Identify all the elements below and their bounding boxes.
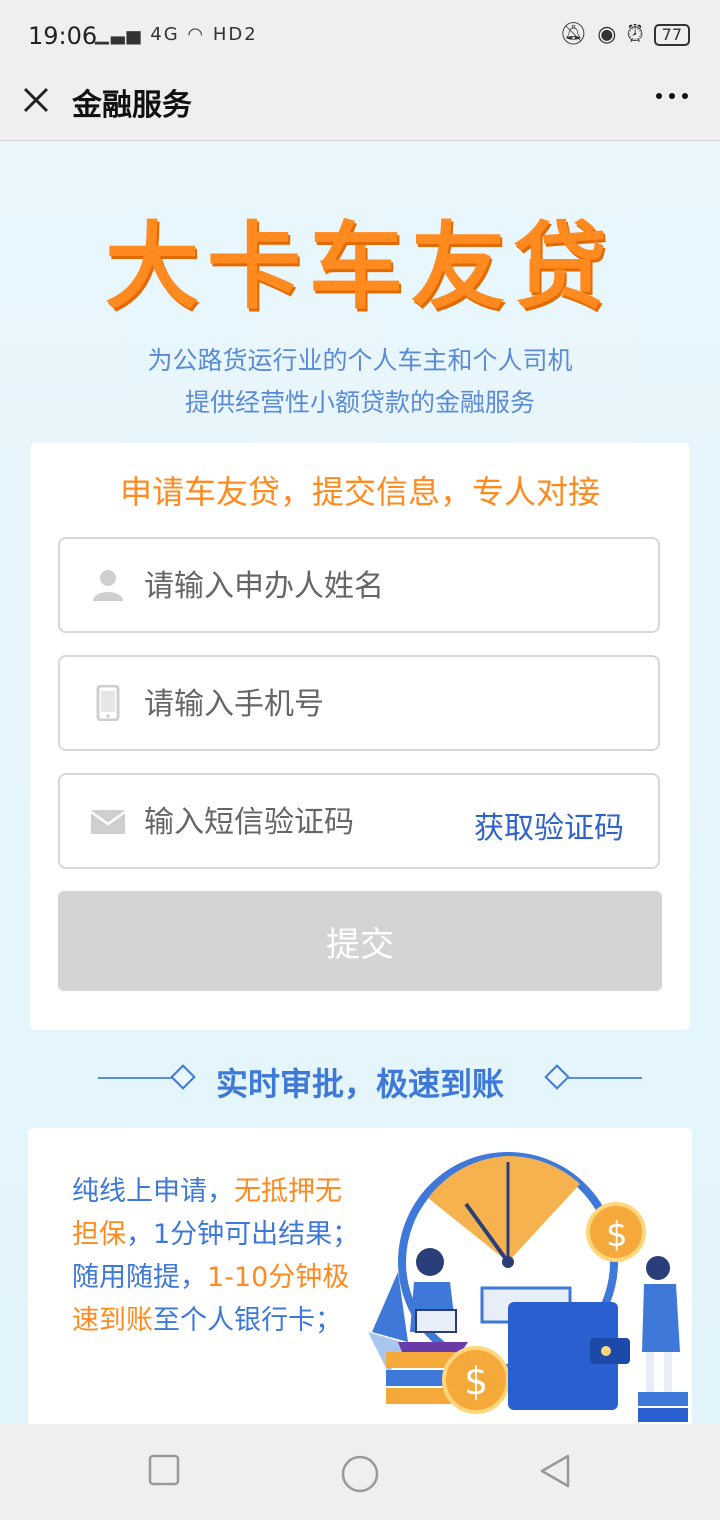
feature-text-segment: ，1分钟可出结果；: [126, 1219, 360, 1250]
form-heading: 申请车友贷，提交信息，专人对接: [119, 473, 600, 511]
status-right-icons: 🔕︎ ◉ ⏰︎ 77: [559, 22, 690, 47]
circle-nav-icon[interactable]: [340, 1454, 380, 1494]
main-content: 大卡车友贷 为公路货运行业的个人车主和个人司机 提供经营性小额贷款的金融服务 申…: [0, 141, 720, 1424]
svg-text:$: $: [606, 1215, 628, 1255]
alarm-icon: ⏰︎: [626, 22, 644, 47]
page-title: 金融服务: [72, 88, 192, 123]
sms-code-field[interactable]: 获取验证码: [58, 773, 660, 869]
phone-icon: [96, 685, 120, 721]
hd-label: HD2: [212, 24, 258, 45]
svg-text:$: $: [464, 1359, 488, 1403]
feature-card: 纯线上申请，无抵押无担保，1分钟可出结果； 随用随提，1-10分钟极速到账至个人…: [28, 1128, 692, 1424]
user-icon: [93, 570, 123, 601]
name-input[interactable]: [142, 561, 486, 611]
feature-text: 纯线上申请，无抵押无担保，1分钟可出结果； 随用随提，1-10分钟极速到账至个人…: [72, 1170, 362, 1342]
brand-subtitle-line2: 提供经营性小额贷款的金融服务: [184, 388, 535, 417]
close-icon[interactable]: [18, 82, 54, 118]
section-divider: 实时审批，极速到账: [0, 1053, 720, 1103]
signal-icons: ▁▃▅ 4G ◠ HD2: [95, 24, 258, 45]
square-nav-icon[interactable]: [148, 1454, 180, 1486]
lock-rotation-icon: ◉: [597, 22, 617, 47]
brand-subtitle-line1: 为公路货运行业的个人车主和个人司机: [147, 346, 573, 375]
navbar: 金融服务: [0, 70, 720, 141]
wifi-icon: ◠: [187, 24, 206, 45]
application-form: 申请车友贷，提交信息，专人对接 获取验证码 提交: [30, 443, 690, 1030]
status-time: 19:06: [28, 22, 98, 50]
battery-icon: 77: [653, 23, 690, 46]
brand-title: 大卡车友贷: [104, 213, 615, 322]
network-type: 4G: [150, 24, 180, 45]
back-triangle-icon[interactable]: [538, 1454, 572, 1488]
name-field[interactable]: [58, 537, 660, 633]
mail-icon: [90, 810, 126, 834]
phone-field[interactable]: [58, 655, 660, 751]
feature-text-segment: 至个人银行卡；: [153, 1305, 342, 1336]
more-icon[interactable]: [654, 78, 690, 123]
finance-illustration: $ $: [368, 1152, 688, 1422]
divider-line-right: [566, 1077, 642, 1079]
feature-text-segment: 随用随提，: [72, 1262, 207, 1293]
mute-bell-icon: 🔕︎: [559, 22, 588, 47]
get-code-link[interactable]: 获取验证码: [474, 803, 624, 847]
feature-text-segment: 纯线上申请，: [72, 1176, 234, 1207]
divider-text: 实时审批，极速到账: [215, 1065, 504, 1103]
status-bar: 19:06 ▁▃▅ 4G ◠ HD2 🔕︎ ◉ ⏰︎ 77: [0, 0, 720, 70]
submit-button[interactable]: 提交: [58, 891, 662, 991]
signal-icon: ▁▃▅: [95, 24, 143, 45]
phone-input[interactable]: [142, 679, 486, 729]
sms-code-input[interactable]: [142, 797, 486, 847]
system-nav-bar: [0, 1424, 720, 1520]
